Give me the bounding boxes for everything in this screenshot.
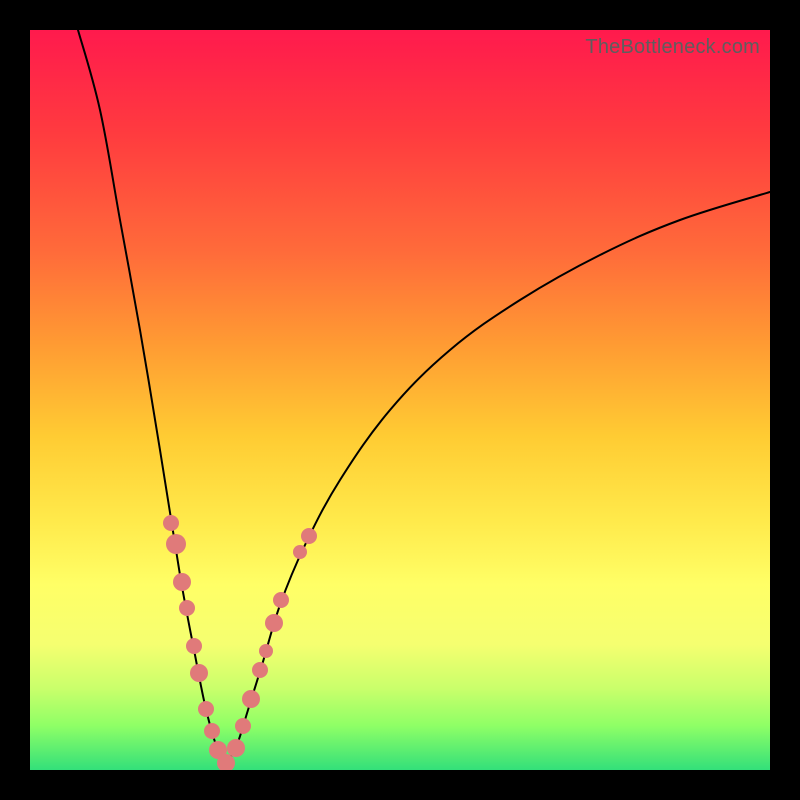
bead-marker [198, 701, 214, 717]
bead-marker [163, 515, 179, 531]
bead-marker [173, 573, 191, 591]
bead-group [163, 515, 317, 770]
chart-frame: TheBottleneck.com [0, 0, 800, 800]
bead-marker [186, 638, 202, 654]
bead-marker [273, 592, 289, 608]
bead-marker [252, 662, 268, 678]
bead-marker [204, 723, 220, 739]
bead-marker [190, 664, 208, 682]
curve-path [78, 30, 770, 763]
bead-marker [265, 614, 283, 632]
plot-area: TheBottleneck.com [30, 30, 770, 770]
bead-marker [179, 600, 195, 616]
bead-marker [301, 528, 317, 544]
bead-marker [235, 718, 251, 734]
bead-marker [166, 534, 186, 554]
bead-marker [259, 644, 273, 658]
bead-marker [293, 545, 307, 559]
bead-marker [242, 690, 260, 708]
bead-marker [227, 739, 245, 757]
bottleneck-curve [30, 30, 770, 770]
